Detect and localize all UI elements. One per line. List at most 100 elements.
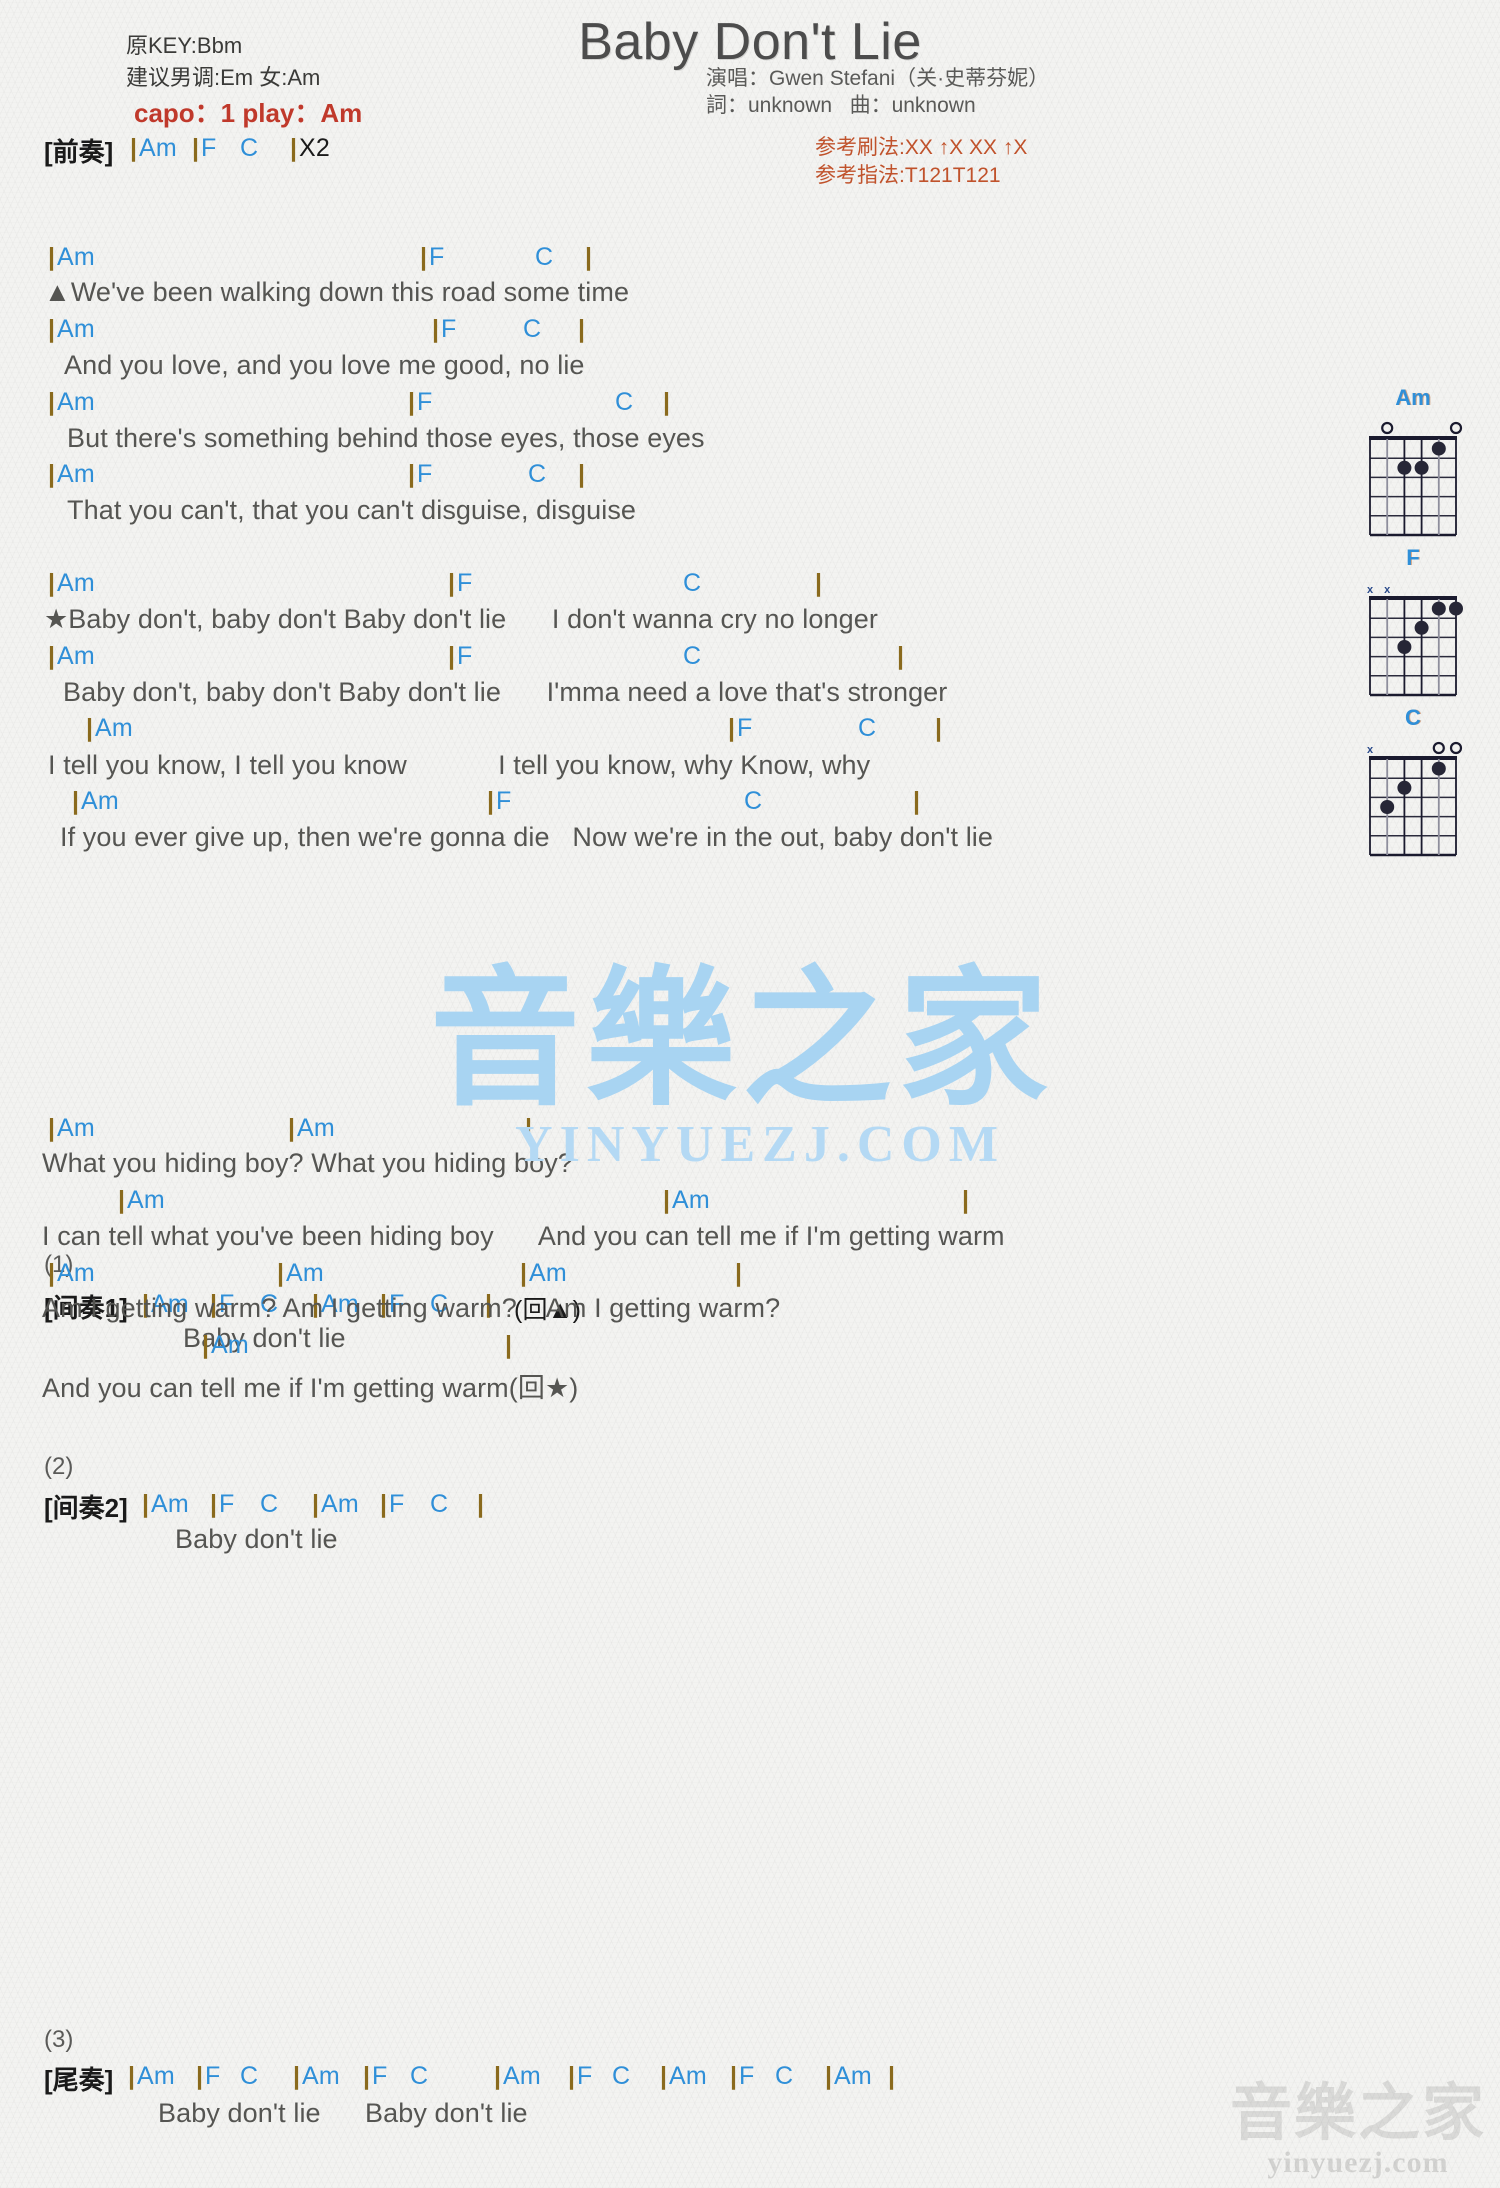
suggested-key-label: 建议男调:Em 女:Am [126, 65, 321, 90]
chord-symbol-am: Am [297, 1114, 335, 1142]
interlude-2-number: (2) [44, 1453, 74, 1480]
bar-line: | [192, 134, 200, 162]
chord-symbol-f: F [739, 2062, 755, 2090]
bar-line: | [142, 1490, 150, 1518]
bar-line: | [420, 243, 428, 271]
chord-symbol-c: C [523, 315, 542, 343]
bar-line: | [520, 1259, 528, 1287]
corner-watermark-en: yinyuezj.com [1267, 2146, 1449, 2179]
bar-line: | [48, 1259, 56, 1287]
bar-line: | [935, 714, 943, 742]
chord-symbol-am: Am [834, 2062, 872, 2090]
bar-line: | [913, 787, 921, 815]
chord-symbol-f: F [429, 243, 445, 271]
chord-symbol-am: Am [57, 460, 95, 488]
bar-line: | [568, 2062, 576, 2090]
chord-symbol-am: Am [57, 1259, 95, 1287]
bar-line: | [196, 2062, 204, 2090]
chord-symbol-c: C [775, 2062, 794, 2090]
bar-line: | [825, 2062, 833, 2090]
chord-diagram-name: F [1406, 545, 1420, 570]
chord-symbol-am: Am [211, 1331, 249, 1359]
chord-diagram-c: Cx [1358, 705, 1468, 858]
chord-symbol-c: C [744, 787, 763, 815]
chord-symbol-c: C [858, 714, 877, 742]
lyric-line: ▲We've been walking down this road some … [44, 277, 630, 307]
singer-label: 演唱：Gwen Stefani（关·史蒂芬妮） [706, 67, 1050, 90]
bar-line: | [448, 569, 456, 597]
lyric-line: Baby don't, baby don't Baby don't lie I'… [63, 677, 948, 707]
chord-symbol-am: Am [57, 388, 95, 416]
bar-line: | [293, 2062, 301, 2090]
chord-symbol-f: F [219, 1490, 235, 1518]
lyric-line: And you can tell me if I'm getting warm(… [42, 1373, 579, 1403]
chord-symbol-am: Am [151, 1490, 189, 1518]
bar-line: | [432, 315, 440, 343]
lyric-line: What you hiding boy? What you hiding boy… [42, 1148, 573, 1178]
lyricist-composer-label: 詞：unknown 曲：unknown [706, 94, 976, 117]
bar-line: | [72, 787, 80, 815]
capo-label: capo：1 play：Am [134, 98, 363, 128]
chord-sheet-page: Baby Don't Lie 原KEY:Bbm 建议男调:Em 女:Am cap… [0, 0, 1500, 2188]
bar-line: | [363, 2062, 371, 2090]
bar-line: | [130, 134, 138, 162]
chord-diagram-name: C [1405, 705, 1421, 730]
bar-line: | [118, 1186, 126, 1214]
chord-symbol-am: Am [139, 134, 177, 162]
chord-symbol-am: Am [672, 1186, 710, 1214]
chord-symbol-am: Am [503, 2062, 541, 2090]
strum-pattern-label: 参考刷法:XX ↑X XX ↑X [815, 136, 1028, 159]
bar-line: | [815, 569, 823, 597]
original-key-label: 原KEY:Bbm [126, 33, 243, 58]
chord-symbol-c: C [683, 642, 702, 670]
chord-symbol-c: C [683, 569, 702, 597]
outro-number: (3) [44, 2026, 74, 2053]
chord-diagram-grid: x [1367, 741, 1463, 857]
bar-line: | [48, 460, 56, 488]
bar-line: | [730, 2062, 738, 2090]
center-watermark-cn: 音樂之家 [430, 953, 1055, 1127]
bar-line: | [48, 569, 56, 597]
chord-diagram-name: Am [1395, 385, 1431, 410]
chord-symbol-c: C [240, 2062, 259, 2090]
finger-pattern-label: 参考指法:T121T121 [815, 164, 1001, 187]
bar-line: | [663, 1186, 671, 1214]
bar-line: | [48, 315, 56, 343]
bar-line: | [962, 1186, 970, 1214]
chord-symbol-f: F [457, 569, 473, 597]
chord-symbol-f: F [417, 460, 433, 488]
chord-symbol-f: F [201, 134, 217, 162]
chord-symbol-am: Am [286, 1259, 324, 1287]
bar-line: | [735, 1259, 743, 1287]
bar-line: | [48, 642, 56, 670]
chord-symbol-f: F [389, 1490, 405, 1518]
interlude-2-label: [间奏2] [44, 1493, 128, 1523]
bar-line: | [525, 1114, 533, 1142]
bar-line: | [48, 1114, 56, 1142]
bar-line: | [494, 2062, 502, 2090]
interlude-2-lyric: Baby don't lie [175, 1524, 338, 1554]
chord-symbol-c: C [410, 2062, 429, 2090]
bar-line: | [448, 642, 456, 670]
svg-text:x: x [1367, 584, 1374, 596]
chord-symbol-f: F [441, 315, 457, 343]
bar-line: | [578, 460, 586, 488]
chord-diagram-am: Am [1358, 385, 1468, 538]
chord-symbol-am: Am [529, 1259, 567, 1287]
svg-text:x: x [1384, 584, 1391, 596]
chord-symbol-am: Am [669, 2062, 707, 2090]
bar-line: | [487, 787, 495, 815]
chord-symbol-f: F [457, 642, 473, 670]
chord-symbol-c: C [615, 388, 634, 416]
chord-symbol-c: C [535, 243, 554, 271]
chord-symbol-f: F [737, 714, 753, 742]
chord-symbol-am: Am [137, 2062, 175, 2090]
bar-line: | [290, 134, 298, 162]
chord-symbol-am: Am [95, 714, 133, 742]
chord-symbol-am: Am [57, 243, 95, 271]
outro-label: [尾奏] [44, 2065, 114, 2095]
chord-symbol-f: F [577, 2062, 593, 2090]
bar-line: | [660, 2062, 668, 2090]
chord-symbol-c: C [260, 1490, 279, 1518]
chord-symbol-c: C [612, 2062, 631, 2090]
